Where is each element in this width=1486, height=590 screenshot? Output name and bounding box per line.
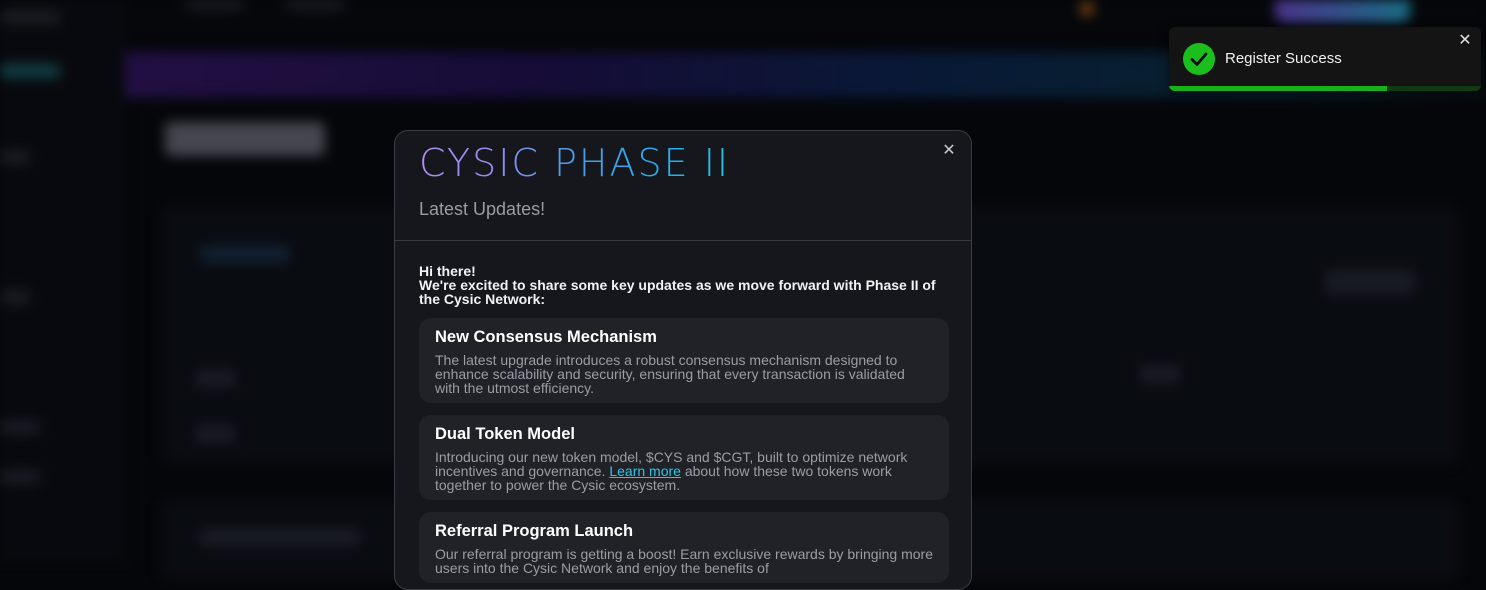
update-title: Dual Token Model [435,425,575,443]
update-card: Referral Program Launch Our referral pro… [419,512,949,583]
check-circle-icon [1183,43,1215,75]
toast-progress-track [1169,86,1481,91]
close-icon[interactable]: ✕ [939,141,959,161]
close-icon[interactable]: ✕ [1457,33,1473,49]
update-description: The latest upgrade introduces a robust c… [435,352,905,396]
intro-text: Hi there! We're excited to share some ke… [419,264,949,306]
background-nav-item [185,0,245,10]
modal-divider [395,240,971,241]
modal-title: CYSIC PHASE II [419,141,731,185]
background-sidebar-item [0,150,30,164]
background-pill [195,370,235,388]
update-description: Introducing our new token model, $CYS an… [435,450,933,492]
update-title: New Consensus Mechanism [435,328,657,346]
background-pill [1325,270,1415,294]
background-pill [200,528,360,546]
update-card: New Consensus Mechanism The latest upgra… [419,318,949,403]
background-avatar [1080,2,1094,16]
background-heading [165,122,325,156]
background-sidebar-item [0,290,30,304]
background-connect-button [1275,0,1410,22]
intro-message: We're excited to share some key updates … [419,277,936,307]
background-pill [1140,365,1180,383]
background-sidebar-item [0,420,40,434]
update-description: Our referral program is getting a boost!… [435,546,933,576]
modal-body: Hi there! We're excited to share some ke… [419,264,949,583]
background-nav-item [285,0,345,10]
background-pill [195,425,235,443]
update-card: Dual Token Model Introducing our new tok… [419,415,949,500]
intro-greeting: Hi there! [419,263,476,279]
toast-progress-bar [1169,86,1388,91]
background-sidebar [0,0,125,561]
modal-subtitle: Latest Updates! [419,199,546,219]
background-sidebar-item [0,64,60,78]
update-title: Referral Program Launch [435,522,634,540]
background-sidebar-item [0,10,60,24]
check-icon [1190,52,1208,66]
background-pill [200,245,290,263]
success-toast: Register Success ✕ [1169,27,1481,91]
background-sidebar-item [0,470,40,484]
phase-ii-modal: ✕ CYSIC PHASE II Latest Updates! Hi ther… [394,130,972,590]
toast-message: Register Success [1225,50,1342,67]
